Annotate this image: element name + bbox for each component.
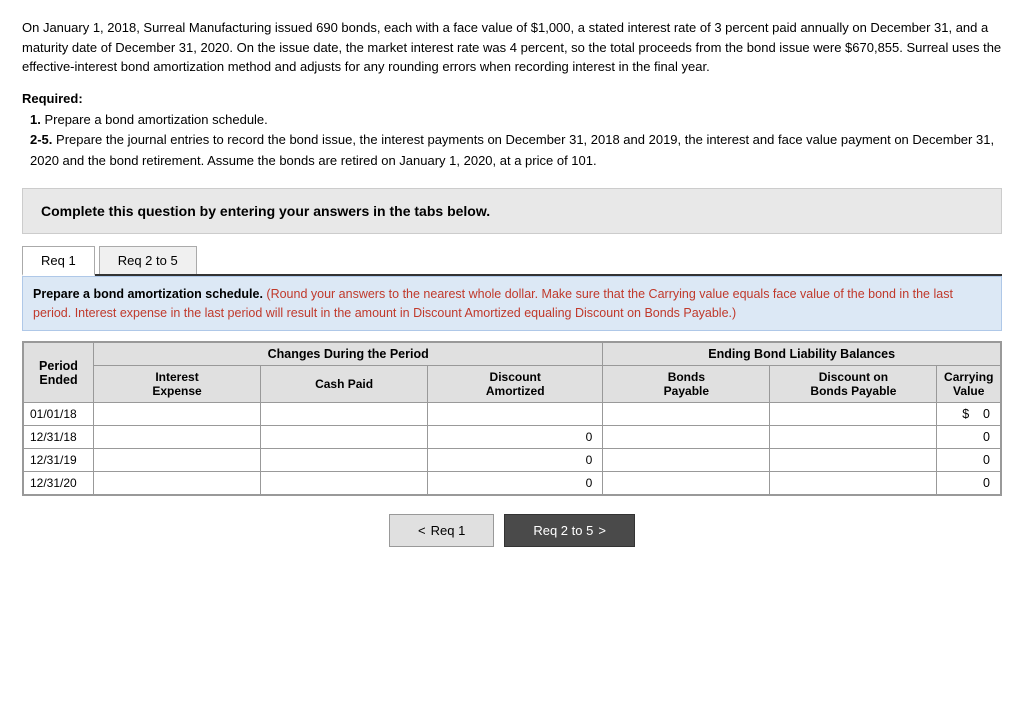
table-row-discount-bonds[interactable]	[770, 472, 937, 495]
req-text-25: Prepare the journal entries to record th…	[30, 132, 994, 168]
complete-box: Complete this question by entering your …	[22, 188, 1002, 234]
table-row-interest[interactable]	[94, 403, 261, 426]
prev-button[interactable]: Req 1	[389, 514, 494, 547]
col-cash-paid: Cash Paid	[261, 366, 428, 403]
table-row-bonds-payable[interactable]	[603, 426, 770, 449]
table-row-interest[interactable]	[94, 449, 261, 472]
col-group-ending: Ending Bond Liability Balances	[603, 343, 1001, 366]
col-bonds-payable: BondsPayable	[603, 366, 770, 403]
table-row-bonds-payable[interactable]	[603, 472, 770, 495]
req-num-1: 1.	[30, 112, 41, 127]
prev-arrow-icon	[418, 523, 426, 538]
next-arrow-icon	[598, 523, 606, 538]
table-row-period: 12/31/18	[24, 426, 94, 449]
table-row-cash[interactable]	[261, 426, 428, 449]
tabs-row: Req 1 Req 2 to 5	[22, 246, 1002, 276]
table-row-discount-bonds[interactable]	[770, 449, 937, 472]
col-interest-expense: InterestExpense	[94, 366, 261, 403]
req-item-25: 2-5. Prepare the journal entries to reco…	[30, 130, 1002, 172]
table-row-carrying-value[interactable]: $ 0	[937, 403, 1001, 426]
table-row-carrying-value[interactable]: 0	[937, 472, 1001, 495]
table-row-cash[interactable]	[261, 403, 428, 426]
table-row-period: 12/31/19	[24, 449, 94, 472]
col-discount-on-bonds: Discount onBonds Payable	[770, 366, 937, 403]
req-item-1: 1. Prepare a bond amortization schedule.	[30, 110, 1002, 131]
table-row-cash[interactable]	[261, 472, 428, 495]
col-carrying-value: CarryingValue	[937, 366, 1001, 403]
table-row-discount-amort[interactable]	[428, 403, 603, 426]
required-label: Required:	[22, 91, 1002, 106]
amort-table: PeriodEnded Changes During the Period En…	[23, 342, 1001, 495]
amort-info: Prepare a bond amortization schedule. (R…	[22, 276, 1002, 332]
col-period: PeriodEnded	[24, 343, 94, 403]
table-row-bonds-payable[interactable]	[603, 449, 770, 472]
amort-info-prefix: Prepare a bond amortization schedule.	[33, 287, 263, 301]
next-button[interactable]: Req 2 to 5	[504, 514, 635, 547]
table-row-carrying-value[interactable]: 0	[937, 426, 1001, 449]
required-section: Required: 1. Prepare a bond amortization…	[22, 91, 1002, 172]
col-group-changes: Changes During the Period	[94, 343, 603, 366]
table-row-discount-bonds[interactable]	[770, 426, 937, 449]
col-discount-amort: DiscountAmortized	[428, 366, 603, 403]
table-row-discount-amort[interactable]	[428, 426, 603, 449]
table-row-interest[interactable]	[94, 472, 261, 495]
table-row-period: 01/01/18	[24, 403, 94, 426]
req-num-25: 2-5.	[30, 132, 52, 147]
table-row-period: 12/31/20	[24, 472, 94, 495]
table-row-carrying-value[interactable]: 0	[937, 449, 1001, 472]
table-row-discount-amort[interactable]	[428, 449, 603, 472]
req-text-1: Prepare a bond amortization schedule.	[44, 112, 267, 127]
next-label: Req 2 to 5	[533, 523, 593, 538]
table-row-cash[interactable]	[261, 449, 428, 472]
amort-table-wrap: PeriodEnded Changes During the Period En…	[22, 341, 1002, 496]
table-row-discount-bonds[interactable]	[770, 403, 937, 426]
table-row-discount-amort[interactable]	[428, 472, 603, 495]
nav-buttons: Req 1 Req 2 to 5	[22, 514, 1002, 547]
table-row-interest[interactable]	[94, 426, 261, 449]
tab-req1[interactable]: Req 1	[22, 246, 95, 276]
tab-req2to5[interactable]: Req 2 to 5	[99, 246, 197, 274]
intro-text: On January 1, 2018, Surreal Manufacturin…	[22, 18, 1002, 77]
table-row-bonds-payable[interactable]	[603, 403, 770, 426]
prev-label: Req 1	[431, 523, 466, 538]
